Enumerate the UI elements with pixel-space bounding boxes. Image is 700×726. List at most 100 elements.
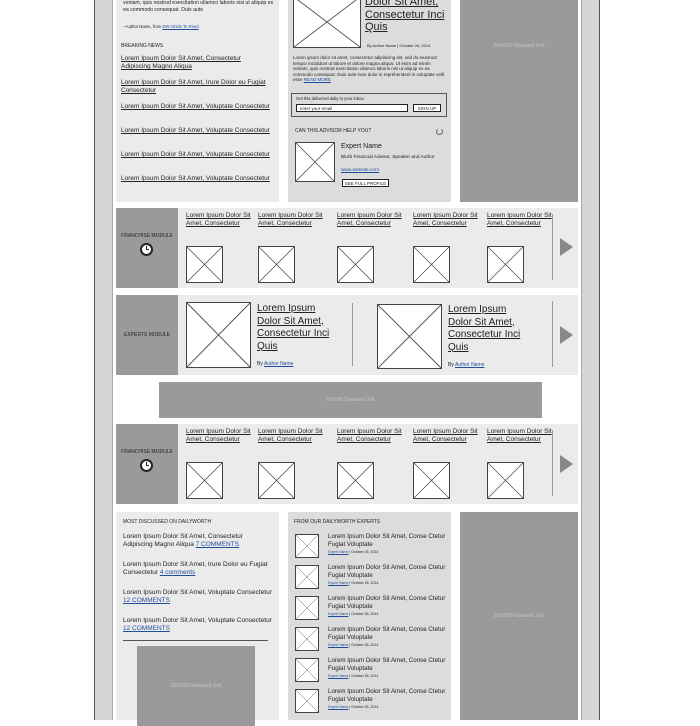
top-middle-column: Dolor Sit Amet, Consectetur Inci Quis By… [288,0,451,202]
expert-post-meta: Expert Name | October 26, 2014 [328,612,379,616]
read-more-link[interactable]: READ MORE [304,77,331,82]
author-link[interactable]: Author Name [455,362,484,368]
signup-button[interactable]: SIGN UP [413,104,441,112]
expert-name: Expert Name [341,143,382,150]
expert-name-link[interactable]: Expert Name [328,550,348,554]
quote-article-link[interactable]: DW Article To Read [162,24,198,29]
breaking-news-link[interactable]: Lorem Ipsum Dolor Sit Amet, Voluptate Co… [121,103,271,127]
image-placeholder-icon [295,142,335,182]
image-placeholder-icon [186,246,223,283]
expert-post-meta: Expert Name | October 26, 2014 [328,705,379,709]
expert-post-title[interactable]: Lorem Ipsum Dolor Sit Amet, Conse Ctetur… [328,533,448,548]
expert-post-title[interactable]: Lorem Ipsum Dolor Sit Amet, Conse Ctetur… [328,595,448,610]
ad-300x600-top[interactable]: 300x600 Standard Unit [460,0,578,202]
franchise-module-1: FRANCHISE MODULE Lorem Ipsum Dolor Sit A… [116,208,578,288]
image-placeholder-icon [295,534,319,558]
image-placeholder-icon [186,302,251,368]
expert-article-title[interactable]: Lorem Ipsum Dolor Sit Amet, Consectetur … [448,304,530,354]
refresh-icon[interactable] [436,128,443,135]
divider [352,303,353,366]
most-discussed-title: MOST DISCUSSED ON DAILYWORTH [123,519,212,525]
image-placeholder-icon [337,462,374,499]
franchise-item-title[interactable]: Lorem Ipsum Dolor Sit Amet, Consectetur [487,212,553,228]
image-placeholder-icon [186,462,223,499]
divider [552,301,553,367]
comments-link[interactable]: 7 COMMENTS [196,541,239,548]
most-discussed-list: Lorem Ipsum Dolor Sit Amet, Consectetur … [123,533,273,645]
featured-headline[interactable]: Dolor Sit Amet, Consectetur Inci Quis [365,0,449,34]
franchise-label-box: FRANCHISE MODULE [116,208,178,288]
franchise-item-title[interactable]: Lorem Ipsum Dolor Sit Amet, Consectetur [413,212,479,228]
quote-attribution: --Author Name, from DW Article To Read [123,24,199,29]
expert-post-title[interactable]: Lorem Ipsum Dolor Sit Amet, Conse Ctetur… [328,626,448,641]
email-input[interactable]: enter your email [296,104,408,112]
expert-name-link[interactable]: Expert Name [328,612,348,616]
expert-article-byline: By Author Name [257,361,294,367]
expert-article-title[interactable]: Lorem Ipsum Dolor Sit Amet, Consectetur … [257,303,337,353]
expert-post-title[interactable]: Lorem Ipsum Dolor Sit Amet, Conse Ctetur… [328,564,448,579]
franchise-item-title[interactable]: Lorem Ipsum Dolor Sit Amet, Consectetur [337,428,403,444]
franchise-module-label: FRANCHISE MODULE [121,233,173,239]
image-placeholder-icon [295,658,319,682]
top-left-column: veniam, quis nostrud exercitation ullamc… [116,0,279,202]
breaking-news-link[interactable]: Lorem Ipsum Dolor Sit Amet, Voluptate Co… [121,151,271,175]
expert-name-link[interactable]: Expert Name [328,705,348,709]
featured-body: Lorem ipsum dolor sit amet, consectetur … [293,55,445,83]
franchise-item-title[interactable]: Lorem Ipsum Dolor Sit Amet, Consectetur [258,212,324,228]
next-arrow-icon[interactable] [560,238,573,256]
expert-name-link[interactable]: Expert Name [328,581,348,585]
franchise-item-title[interactable]: Lorem Ipsum Dolor Sit Amet, Consectetur [413,428,479,444]
advisor-title: CAN THIS ADVISOR HELP YOU? [295,128,372,134]
newsletter-label: Get this delivered daily to your inbox: [296,96,365,101]
comments-link[interactable]: 12 COMMENTS [123,597,170,604]
expert-post-meta: Expert Name | October 26, 2014 [328,643,379,647]
most-discussed-item: Lorem Ipsum Dolor Sit Amet, Irure Dolor … [123,561,268,576]
expert-website-link[interactable]: www.website.com [341,168,379,173]
franchise-item-title[interactable]: Lorem Ipsum Dolor Sit Amet, Consectetur [337,212,403,228]
newsletter-box: Get this delivered daily to your inbox: … [291,93,447,117]
franchise-item-title[interactable]: Lorem Ipsum Dolor Sit Amet, Consectetur [487,428,553,444]
expert-name-link[interactable]: Expert Name [328,674,348,678]
image-placeholder-icon [295,565,319,589]
most-discussed-panel: MOST DISCUSSED ON DAILYWORTH Lorem Ipsum… [116,512,279,726]
experts-module-label: EXPERTS MODULE [123,332,171,338]
expert-description: Blurb Financial Advisor, Speaker and Aut… [341,155,435,160]
image-placeholder-icon [413,462,450,499]
next-arrow-icon[interactable] [560,326,573,344]
image-placeholder-icon [413,246,450,283]
see-full-profile-button[interactable]: SEE FULL PROFILE [342,179,389,187]
alarm-clock-icon [140,243,153,256]
quote-text: veniam, quis nostrud exercitation ullamc… [123,0,274,13]
author-link[interactable]: Author Name [264,361,293,367]
breaking-news-link[interactable]: Lorem Ipsum Dolor Sit Amet, Irure Dolor … [121,79,271,103]
breaking-news-link[interactable]: Lorem Ipsum Dolor Sit Amet, Voluptate Co… [121,127,271,151]
expert-post-meta: Expert Name | October 26, 2014 [328,674,379,678]
ad-300x250[interactable]: 300x250 Standard Unit [137,646,255,726]
franchise-item-title[interactable]: Lorem Ipsum Dolor Sit Amet, Consectetur [258,428,324,444]
expert-post-title[interactable]: Lorem Ipsum Dolor Sit Amet, Conse Ctetur… [328,657,448,672]
franchise-item-title[interactable]: Lorem Ipsum Dolor Sit Amet, Consectetur [186,212,252,228]
experts-module: EXPERTS MODULE Lorem Ipsum Dolor Sit Ame… [116,295,578,375]
image-placeholder-icon [487,462,524,499]
most-discussed-item: Lorem Ipsum Dolor Sit Amet, Consectetur … [123,533,243,548]
expert-post-title[interactable]: Lorem Ipsum Dolor Sit Amet, Conse Ctetur… [328,688,448,703]
franchise-module-2: FRANCHISE MODULE Lorem Ipsum Dolor Sit A… [116,424,578,504]
expert-name-link[interactable]: Expert Name [328,643,348,647]
from-experts-panel: FROM OUR DAILYWORTH EXPERTS Lorem Ipsum … [288,512,451,720]
alarm-clock-icon [140,459,153,472]
most-discussed-item: Lorem Ipsum Dolor Sit Amet, Voluptate Co… [123,589,272,604]
image-placeholder-icon [295,596,319,620]
featured-byline: By Author Name | October 26, 2014 [367,43,431,48]
comments-link[interactable]: 12 COMMENTS [123,625,170,632]
expert-post-meta: Expert Name | October 26, 2014 [328,550,379,554]
next-arrow-icon[interactable] [560,455,573,473]
ad-300x600-bottom[interactable]: 300x600 Standard Unit [460,512,578,720]
breaking-news-link[interactable]: Lorem Ipsum Dolor Sit Amet, Consectetur … [121,55,271,79]
divider [123,640,268,641]
breaking-news-link[interactable]: Lorem Ipsum Dolor Sit Amet, Voluptate Co… [121,175,271,199]
image-placeholder-icon [337,246,374,283]
divider [552,214,553,280]
ad-970x90[interactable]: 970x90 Standard Unit [159,382,542,418]
franchise-item-title[interactable]: Lorem Ipsum Dolor Sit Amet, Consectetur [186,428,252,444]
comments-link[interactable]: 4 comments [160,569,195,576]
